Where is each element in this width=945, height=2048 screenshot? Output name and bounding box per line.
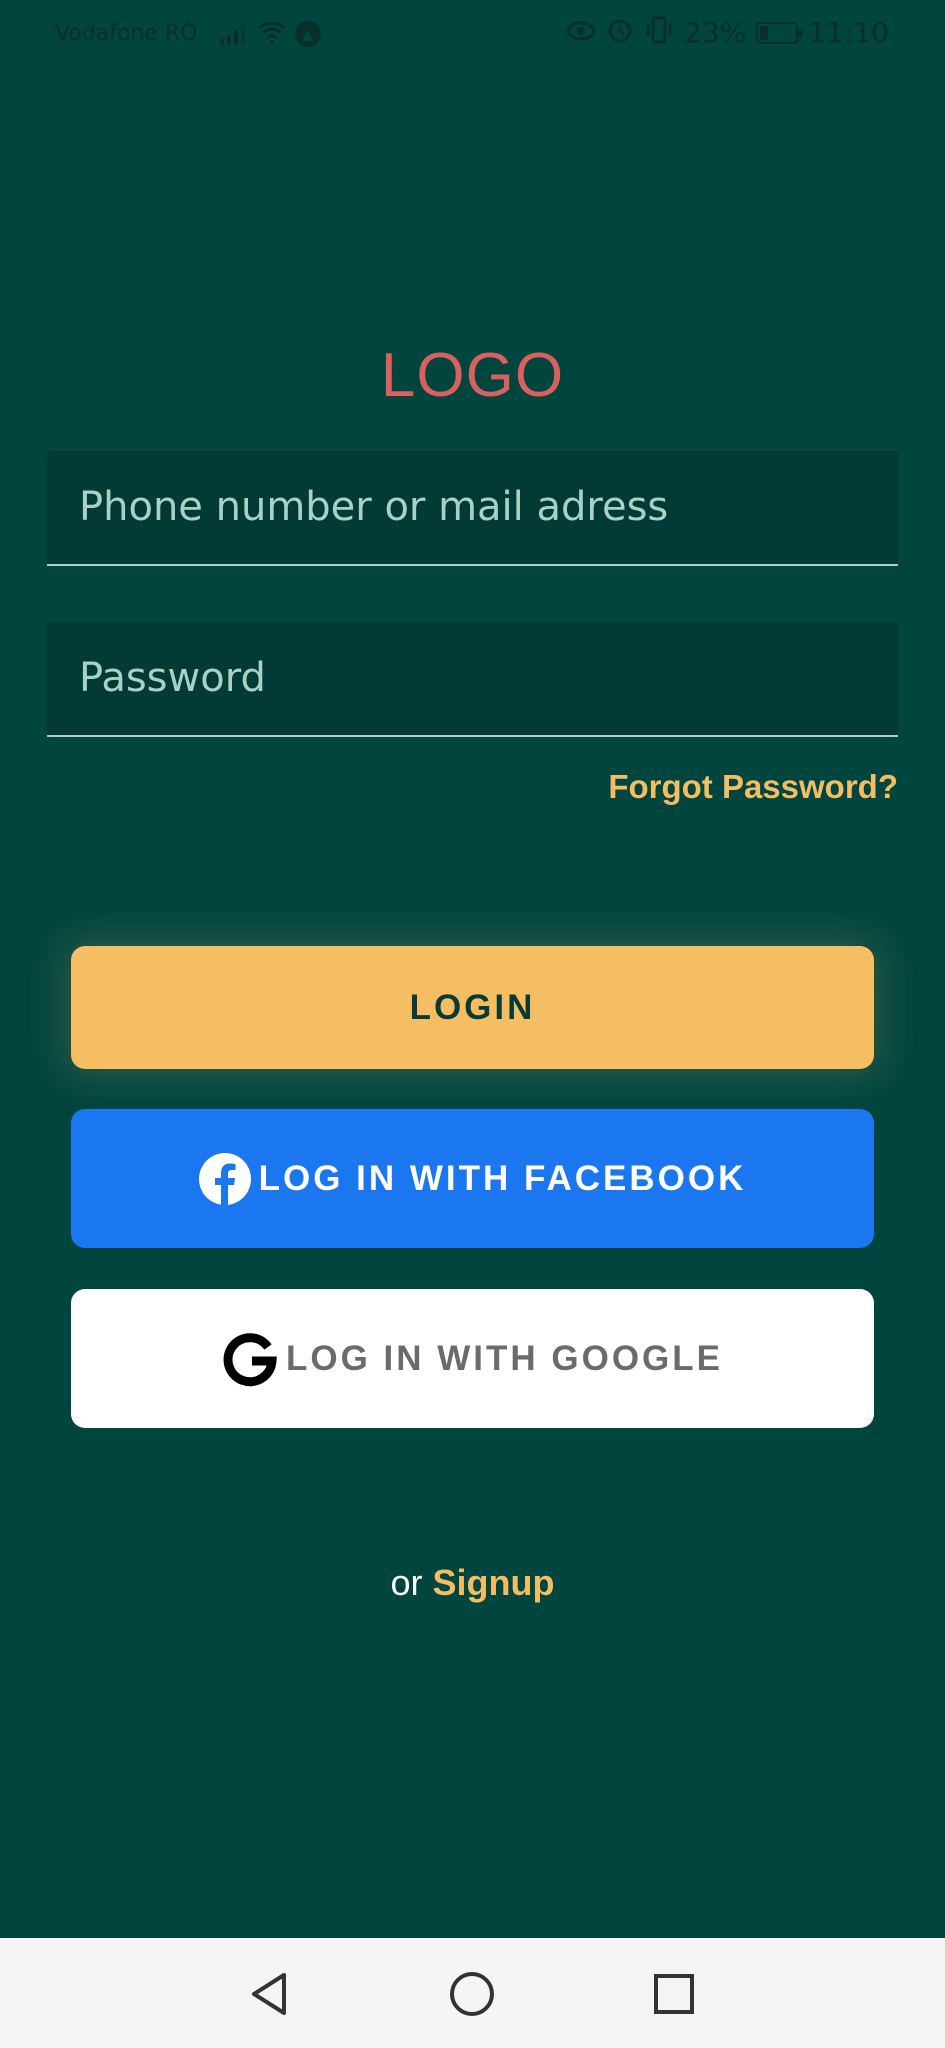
signal-icon <box>219 23 245 45</box>
vibrate-icon <box>644 16 674 49</box>
carrier-name: Vodafone RO <box>55 21 198 46</box>
battery-icon <box>756 21 803 44</box>
status-left: Vodafone RO ▲ <box>55 20 321 47</box>
navigation-bar <box>0 1938 945 2048</box>
signup-prefix: or <box>390 1562 423 1603</box>
recents-icon[interactable] <box>650 1970 698 2018</box>
login-button-label: LOGIN <box>409 987 536 1027</box>
home-icon[interactable] <box>448 1970 496 2018</box>
status-right: 23% 11:10 <box>566 16 889 49</box>
google-icon <box>222 1331 278 1387</box>
back-icon[interactable] <box>246 1970 294 2018</box>
battery-percent: 23% <box>684 16 747 49</box>
facebook-login-button[interactable]: LOG IN WITH FACEBOOK <box>71 1109 874 1248</box>
password-input[interactable] <box>79 622 879 734</box>
wifi-icon <box>257 20 287 47</box>
forgot-password-link[interactable]: Forgot Password? <box>608 768 898 806</box>
login-button[interactable]: LOGIN <box>71 946 874 1069</box>
identifier-field[interactable] <box>47 451 898 566</box>
clock: 11:10 <box>808 16 889 49</box>
facebook-icon <box>198 1152 251 1205</box>
password-field[interactable] <box>47 622 898 737</box>
app-notification-icon: ▲ <box>294 20 321 47</box>
signup-row: or Signup <box>0 1562 945 1604</box>
status-bar: Vodafone RO ▲ 23% 11:10 <box>0 0 945 66</box>
facebook-button-label: LOG IN WITH FACEBOOK <box>258 1158 747 1198</box>
identifier-input[interactable] <box>79 451 879 563</box>
google-button-label: LOG IN WITH GOOGLE <box>285 1338 724 1378</box>
eye-icon <box>566 19 596 47</box>
alarm-icon <box>606 16 634 49</box>
app-logo: LOGO <box>380 341 565 410</box>
signup-link[interactable]: Signup <box>433 1562 555 1603</box>
google-login-button[interactable]: LOG IN WITH GOOGLE <box>71 1289 874 1428</box>
